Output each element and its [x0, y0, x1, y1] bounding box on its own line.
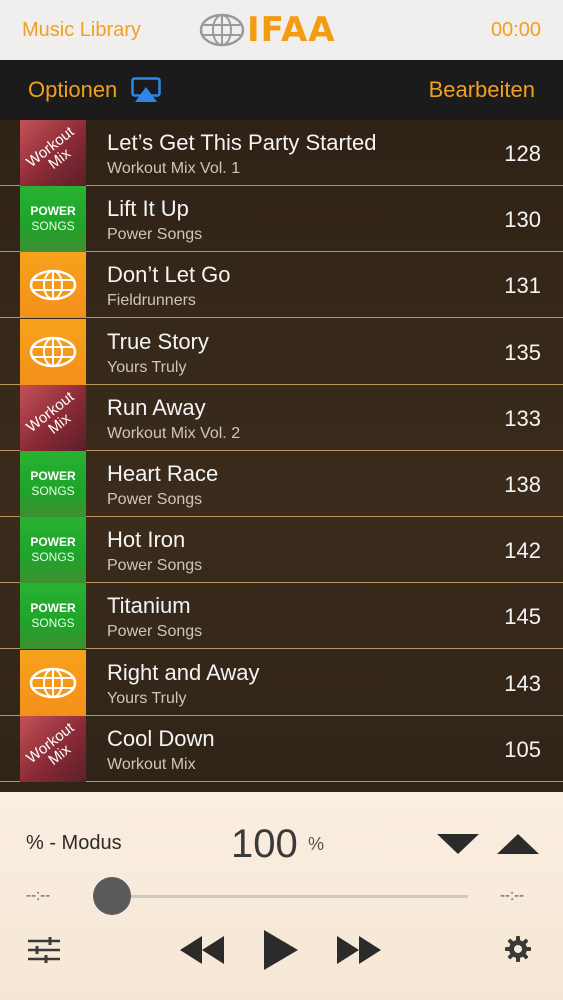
album-art-label-line2: SONGS — [31, 219, 75, 234]
album-art-ifaa — [20, 252, 86, 319]
album-art-power: POWER SONGS — [20, 517, 86, 584]
brand-wordmark: IFAA — [247, 10, 336, 50]
album-art-label-line1: POWER — [30, 601, 76, 616]
track-album: Power Songs — [107, 226, 203, 244]
album-art-label-line2: SONGS — [31, 484, 75, 498]
remaining-time: --:-- — [500, 887, 525, 904]
music-library-link[interactable]: Music Library — [22, 19, 141, 42]
track-row[interactable]: POWER SONGS Heart Race Power Songs 138 — [0, 451, 563, 517]
track-bpm: 130 — [504, 207, 541, 233]
globe-icon — [29, 667, 77, 698]
percent-value: 100 — [231, 822, 298, 866]
track-title: Heart Race — [107, 461, 219, 486]
track-bpm: 131 — [504, 273, 541, 299]
track-title: Don’t Let Go — [107, 262, 231, 288]
track-title: Run Away — [107, 394, 206, 420]
percent-unit: % — [308, 834, 325, 854]
album-art-ifaa — [20, 318, 86, 385]
track-list: Workout Mix Let’s Get This Party Started Wo… — [0, 120, 563, 792]
options-button[interactable]: Optionen — [28, 77, 117, 103]
album-art-workout: Workout Mix — [20, 715, 86, 782]
track-title: Let’s Get This Party Started — [107, 130, 377, 155]
album-art-label-line1: POWER — [30, 469, 76, 483]
album-art-label-line2: SONGS — [31, 550, 75, 565]
track-album: Power Songs — [107, 623, 203, 641]
track-row[interactable]: Workout Mix Let’s Get This Party Started Wo… — [0, 120, 563, 186]
equalizer-icon[interactable] — [26, 936, 62, 964]
globe-icon — [199, 13, 245, 47]
album-art-workout: Workout Mix — [20, 120, 86, 186]
album-art-label-line1: POWER — [30, 535, 76, 550]
album-art-workout: Workout Mix — [20, 384, 86, 451]
album-art-ifaa — [20, 649, 86, 716]
track-bpm: 105 — [504, 736, 541, 762]
track-album: Yours Truly — [107, 358, 187, 376]
decrease-button[interactable] — [437, 834, 479, 854]
track-row[interactable]: POWER SONGS Hot Iron Power Songs 142 — [0, 517, 563, 584]
track-row[interactable]: Right and Away Yours Truly 143 — [0, 649, 563, 716]
album-art-power: POWER SONGS — [20, 451, 86, 517]
rewind-icon[interactable] — [178, 932, 226, 968]
track-album: Power Songs — [107, 491, 203, 508]
ifaa-logo: IFAA — [199, 10, 336, 50]
fast-forward-icon[interactable] — [335, 932, 383, 968]
track-bpm: 143 — [504, 670, 541, 696]
track-bpm: 128 — [504, 141, 541, 166]
progress-slider[interactable] — [112, 895, 468, 898]
clock-display: 00:00 — [490, 18, 541, 41]
play-icon[interactable] — [262, 928, 300, 972]
track-album: Workout Mix Vol. 2 — [107, 424, 241, 442]
track-row[interactable]: Don’t Let Go Fieldrunners 131 — [0, 252, 563, 319]
track-row[interactable]: POWER SONGS Lift It Up Power Songs 130 — [0, 186, 563, 253]
track-title: Titanium — [107, 593, 191, 619]
track-title: True Story — [107, 328, 209, 354]
track-title: Hot Iron — [107, 527, 186, 553]
album-art-power: POWER SONGS — [20, 583, 86, 650]
track-row[interactable]: Workout Mix Cool Down Workout Mix 105 — [0, 715, 563, 782]
album-art-power: POWER SONGS — [20, 186, 86, 253]
track-album: Power Songs — [107, 557, 203, 575]
track-bpm: 142 — [504, 538, 541, 564]
increase-button[interactable] — [497, 834, 539, 854]
track-album: Workout Mix Vol. 1 — [107, 160, 241, 177]
album-art-label-line2: SONGS — [31, 616, 75, 631]
globe-icon — [29, 270, 77, 301]
album-art-label-line1: POWER — [30, 204, 76, 219]
elapsed-time: --:-- — [26, 887, 51, 904]
track-title: Lift It Up — [107, 196, 189, 222]
globe-icon — [29, 336, 77, 367]
album-art-label: Workout Mix — [20, 121, 86, 185]
track-title: Right and Away — [107, 659, 260, 685]
player-panel: % - Modus 100 % --:-- --:-- — [0, 792, 563, 1000]
track-album: Yours Truly — [107, 689, 187, 707]
track-title: Cool Down — [107, 725, 215, 751]
track-bpm: 133 — [504, 405, 541, 431]
track-bpm: 145 — [504, 604, 541, 630]
track-bpm: 138 — [504, 472, 541, 497]
track-album: Fieldrunners — [107, 292, 196, 310]
album-art-label: Workout Mix — [20, 386, 86, 450]
track-row[interactable]: True Story Yours Truly 135 — [0, 318, 563, 385]
track-album: Workout Mix — [107, 755, 196, 773]
slider-thumb[interactable] — [93, 877, 131, 915]
nav-bar: Optionen Bearbeiten — [0, 60, 563, 120]
airplay-icon[interactable] — [131, 77, 162, 103]
gear-icon[interactable] — [505, 936, 531, 962]
track-bpm: 135 — [504, 339, 541, 365]
album-art-label: Workout Mix — [20, 717, 86, 781]
track-row[interactable]: Workout Mix Run Away Workout Mix Vol. 2 133 — [0, 384, 563, 451]
edit-button[interactable]: Bearbeiten — [429, 77, 535, 103]
track-row[interactable]: POWER SONGS Titanium Power Songs 145 — [0, 583, 563, 650]
mode-label[interactable]: % - Modus — [26, 832, 122, 855]
